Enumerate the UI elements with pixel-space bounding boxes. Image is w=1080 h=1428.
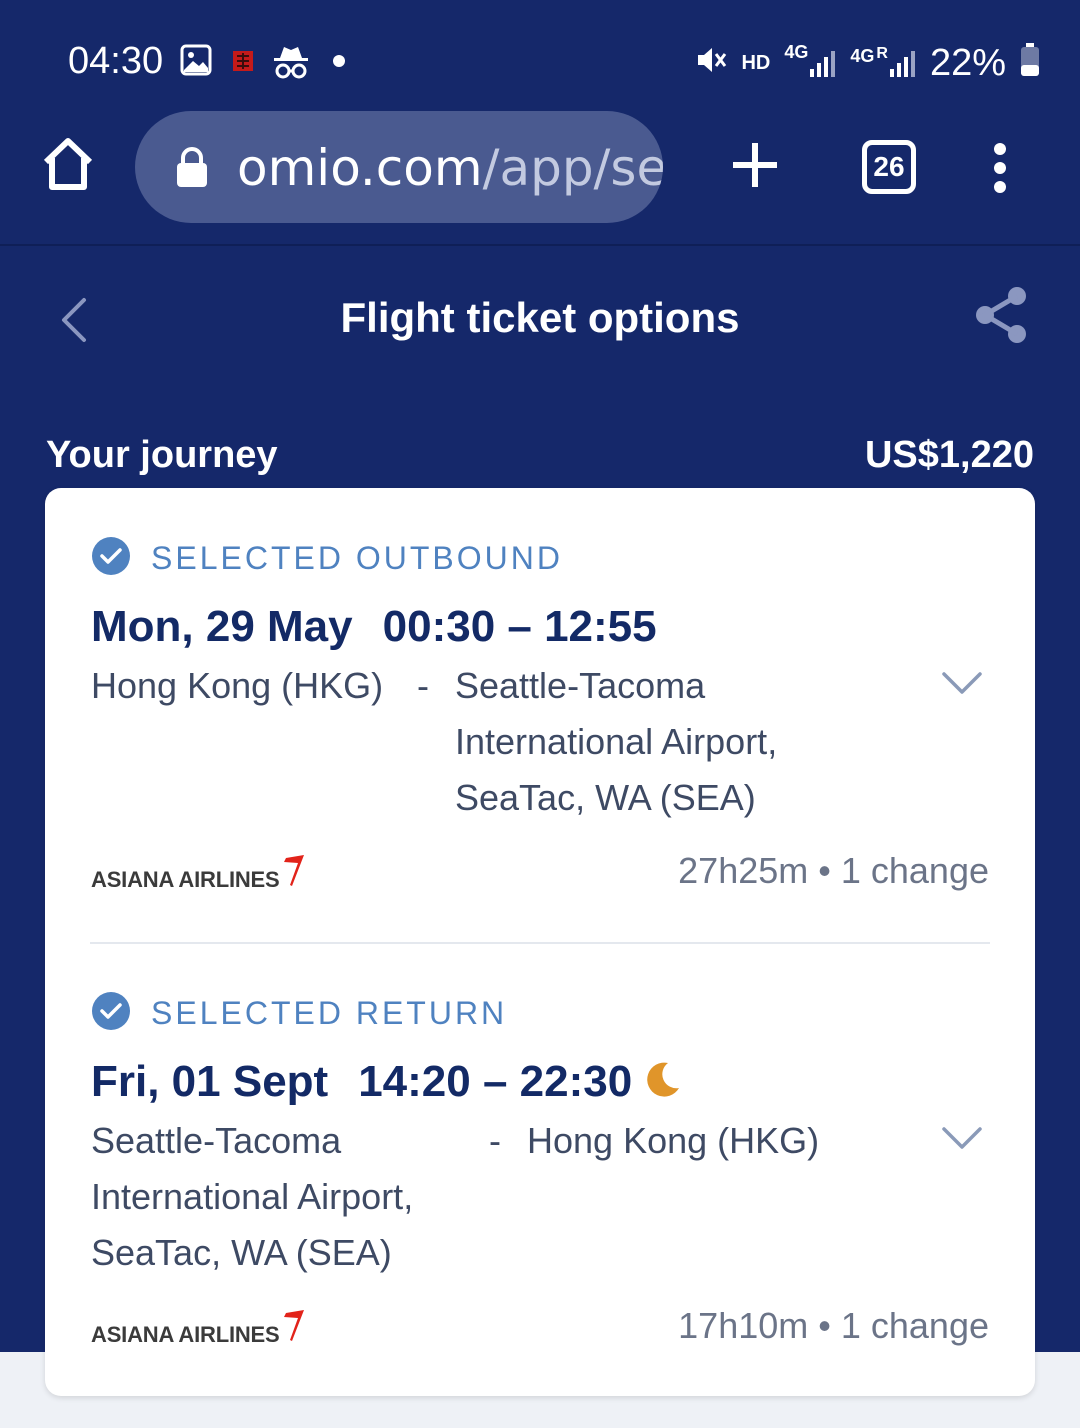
url-domain: omio.com [237,139,483,197]
selected-outbound-label: SELECTED OUTBOUND [151,540,563,576]
check-circle-icon [91,536,131,581]
lock-icon [175,147,209,192]
status-time: 04:30 [68,40,164,82]
network-4g-label: 4G [784,42,809,62]
selected-return-label: SELECTED RETURN [151,995,508,1031]
mute-icon [695,44,727,82]
leg-divider [90,942,990,944]
return-to: Hong Kong (HKG) [527,1120,820,1161]
return-datetime: Fri, 01 Sept 14:20 – 22:30 [91,1057,682,1111]
tabs-button[interactable]: 26 [862,140,916,194]
moon-icon [642,1060,682,1111]
chevron-down-icon[interactable] [941,670,983,701]
menu-icon[interactable] [990,142,1010,199]
outbound-airline: ASIANA AIRLINES [91,852,306,893]
airline-name: ASIANA AIRLINES [91,1322,280,1347]
return-duration: 17h10m • 1 change [678,1305,989,1346]
selected-outbound-header: SELECTED OUTBOUND [91,536,563,581]
browser-toolbar: omio.com/app/se 26 [0,100,1080,246]
status-right-group: HD 4G 4G R 22% [695,38,1040,88]
battery-percent: 22% [929,41,1006,84]
return-separator: - [489,1120,501,1161]
outbound-separator: - [417,665,429,706]
outbound-times: 00:30 – 12:55 [382,602,657,651]
roaming-label: R [876,45,888,62]
url-bar[interactable]: omio.com/app/se [135,111,663,223]
signal-group-1: 4G [784,42,836,77]
journey-price: US$1,220 [864,434,1034,476]
signal-group-2: 4G R [850,45,916,77]
return-from: Seattle-Tacoma International Airport, Se… [91,1113,413,1281]
new-tab-icon[interactable] [730,140,780,195]
chevron-down-icon[interactable] [941,1125,983,1156]
airline-logo-icon [280,852,306,893]
incognito-icon [272,44,310,85]
dot-icon [332,54,346,73]
outbound-duration: 27h25m • 1 change [678,850,989,891]
app-notification-icon [232,50,254,77]
journey-card: SELECTED OUTBOUND Mon, 29 May 00:30 – 12:… [45,488,1035,1396]
network-4g-label-2: 4G [850,46,875,66]
home-icon[interactable] [40,136,96,197]
outbound-date: Mon, 29 May [91,602,353,651]
return-times: 14:20 – 22:30 [358,1057,633,1106]
image-icon [180,44,212,81]
url-path: /app/se [482,139,663,197]
airline-logo-icon [280,1307,306,1348]
outbound-to: Seattle-Tacoma International Airport, Se… [455,658,777,826]
return-from-line-3: SeaTac, WA (SEA) [91,1232,392,1273]
hd-label: HD [741,51,771,74]
outbound-to-line-2: International Airport, [455,721,778,762]
return-airline: ASIANA AIRLINES [91,1307,306,1348]
airline-name: ASIANA AIRLINES [91,867,280,892]
status-bar: 04:30 HD 4G 4G R 22% [0,28,1080,98]
signal-icon [810,51,836,77]
return-date: Fri, 01 Sept [91,1057,329,1106]
selected-return-header: SELECTED RETURN [91,991,507,1036]
outbound-to-line-1: Seattle-Tacoma [455,665,706,706]
page-title: Flight ticket options [340,294,740,341]
share-icon[interactable] [974,286,1028,349]
url-text: omio.com/app/se [237,139,663,197]
return-from-line-2: International Airport, [91,1176,414,1217]
journey-label: Your journey [46,434,278,476]
check-circle-icon [91,991,131,1036]
outbound-datetime: Mon, 29 May 00:30 – 12:55 [91,602,657,652]
return-from-line-1: Seattle-Tacoma [91,1120,342,1161]
outbound-to-line-3: SeaTac, WA (SEA) [455,777,756,818]
outbound-from: Hong Kong (HKG) [91,665,384,706]
signal-icon-2 [889,51,915,77]
battery-icon [1020,43,1040,83]
